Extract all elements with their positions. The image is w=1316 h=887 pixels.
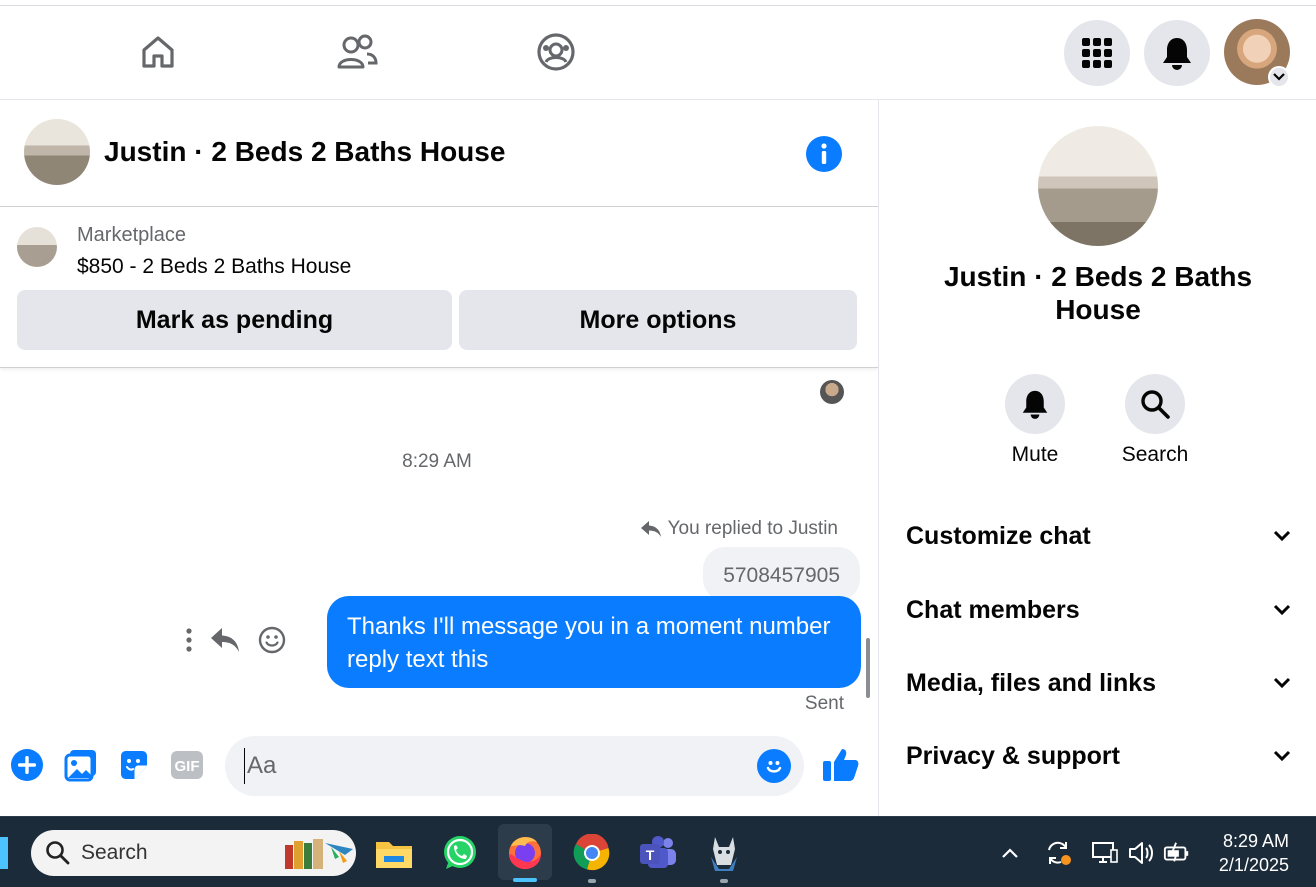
menu-grid-icon <box>1082 38 1112 68</box>
teams-icon[interactable]: T <box>634 829 682 877</box>
info-button[interactable] <box>806 136 842 172</box>
show-hidden-icons-chevron-icon[interactable] <box>996 839 1024 867</box>
chat-header: Justin · 2 Beds 2 Baths House <box>0 100 878 207</box>
emoji-picker-icon[interactable] <box>757 749 791 783</box>
search-icon <box>1141 390 1170 419</box>
top-nav <box>0 6 1316 100</box>
attach-photo-icon[interactable] <box>63 747 99 783</box>
gif-icon[interactable]: GIF <box>169 747 205 783</box>
add-more-icon[interactable] <box>9 747 45 783</box>
file-explorer-icon[interactable] <box>370 829 418 877</box>
section-privacy-support[interactable]: Privacy & support <box>906 736 1291 776</box>
firefox-icon[interactable] <box>498 824 552 882</box>
section-label: Customize chat <box>906 521 1091 550</box>
notifications-button[interactable] <box>1144 20 1210 86</box>
taskbar-search[interactable]: Search <box>31 830 356 876</box>
game-app-icon[interactable] <box>700 829 748 883</box>
section-label: Privacy & support <box>906 741 1120 770</box>
taskbar-clock[interactable]: 8:29 AM 2/1/2025 <box>1219 829 1289 877</box>
search-label: Search <box>1121 443 1189 466</box>
search-highlight-books-icon <box>285 839 353 869</box>
more-actions-icon[interactable] <box>186 627 192 657</box>
message-actions <box>186 622 286 662</box>
info-icon <box>821 143 827 164</box>
mute-label: Mute <box>1011 443 1059 466</box>
chat-title[interactable]: Justin · 2 Beds 2 Baths House <box>104 136 505 168</box>
quoted-message[interactable]: 5708457905 <box>703 547 860 601</box>
chevron-down-icon <box>1273 604 1291 616</box>
svg-text:T: T <box>646 847 655 863</box>
react-emoji-icon[interactable] <box>258 626 286 659</box>
marketplace-label: Marketplace <box>77 224 186 246</box>
section-label: Chat members <box>906 595 1080 624</box>
section-chat-members[interactable]: Chat members <box>906 590 1291 630</box>
message-input-wrapper <box>225 736 804 796</box>
sync-icon[interactable] <box>1044 839 1072 867</box>
panel-title: Justin · 2 Beds 2 Baths House <box>943 261 1253 325</box>
message-scrollbar[interactable] <box>866 638 870 698</box>
panel-avatar[interactable] <box>1038 126 1158 246</box>
chat-avatar[interactable] <box>24 119 90 185</box>
listing-title[interactable]: $850 - 2 Beds 2 Baths House <box>77 255 351 279</box>
network-icon[interactable] <box>1091 839 1119 867</box>
active-app-indicator <box>513 878 537 882</box>
running-app-indicator <box>720 879 728 883</box>
bell-icon <box>1163 38 1191 70</box>
start-button-edge[interactable] <box>0 837 8 869</box>
sticker-icon[interactable] <box>116 747 152 783</box>
marketplace-banner: Marketplace $850 - 2 Beds 2 Baths House … <box>0 207 878 368</box>
reply-icon <box>640 521 661 537</box>
mute-button[interactable] <box>1005 374 1065 434</box>
taskbar-search-label: Search <box>81 841 148 864</box>
windows-taskbar: Search T 8:29 AM 2/1/2025 <box>0 816 1316 887</box>
message-timestamp: 8:29 AM <box>402 451 472 472</box>
chevron-down-icon <box>1273 677 1291 689</box>
chevron-down-icon <box>1273 530 1291 542</box>
more-options-button[interactable]: More options <box>459 290 857 350</box>
search-icon <box>46 841 70 865</box>
chevron-down-icon <box>1273 750 1291 762</box>
chrome-icon[interactable] <box>568 829 616 883</box>
seen-receipt-avatar <box>820 380 844 404</box>
thumbs-up-icon[interactable] <box>821 747 861 783</box>
section-media-files-links[interactable]: Media, files and links <box>906 663 1291 703</box>
running-app-indicator <box>588 879 596 883</box>
section-label: Media, files and links <box>906 668 1157 697</box>
bell-icon <box>1022 390 1048 419</box>
message-input[interactable] <box>244 748 744 784</box>
message-composer: GIF <box>0 728 878 816</box>
message-list: 8:29 AM You replied to Justin 5708457905… <box>0 368 878 728</box>
reply-action-icon[interactable] <box>210 627 240 658</box>
reply-context-label: You replied to Justin <box>667 518 838 539</box>
friends-icon[interactable] <box>335 30 379 74</box>
chat-window: Justin · 2 Beds 2 Baths House Marketplac… <box>0 100 878 816</box>
whatsapp-icon[interactable] <box>436 829 484 877</box>
menu-grid-button[interactable] <box>1064 20 1130 86</box>
clock-time: 8:29 AM <box>1222 831 1289 851</box>
reply-context: You replied to Justin <box>640 518 838 540</box>
account-chevron-icon[interactable] <box>1268 66 1290 88</box>
search-conversation-button[interactable] <box>1125 374 1185 434</box>
mark-as-pending-button[interactable]: Mark as pending <box>17 290 452 350</box>
sent-message-bubble[interactable]: Thanks I'll message you in a moment numb… <box>327 596 861 688</box>
section-customize-chat[interactable]: Customize chat <box>906 516 1291 556</box>
home-icon[interactable] <box>136 30 180 74</box>
clock-date: 2/1/2025 <box>1218 855 1289 875</box>
battery-icon[interactable] <box>1163 839 1191 867</box>
groups-icon[interactable] <box>534 30 578 74</box>
svg-text:GIF: GIF <box>175 758 200 775</box>
message-status: Sent <box>804 693 844 714</box>
chat-info-panel: Justin · 2 Beds 2 Baths House Mute Searc… <box>878 100 1316 816</box>
listing-thumbnail[interactable] <box>17 227 57 267</box>
volume-icon[interactable] <box>1127 839 1155 867</box>
